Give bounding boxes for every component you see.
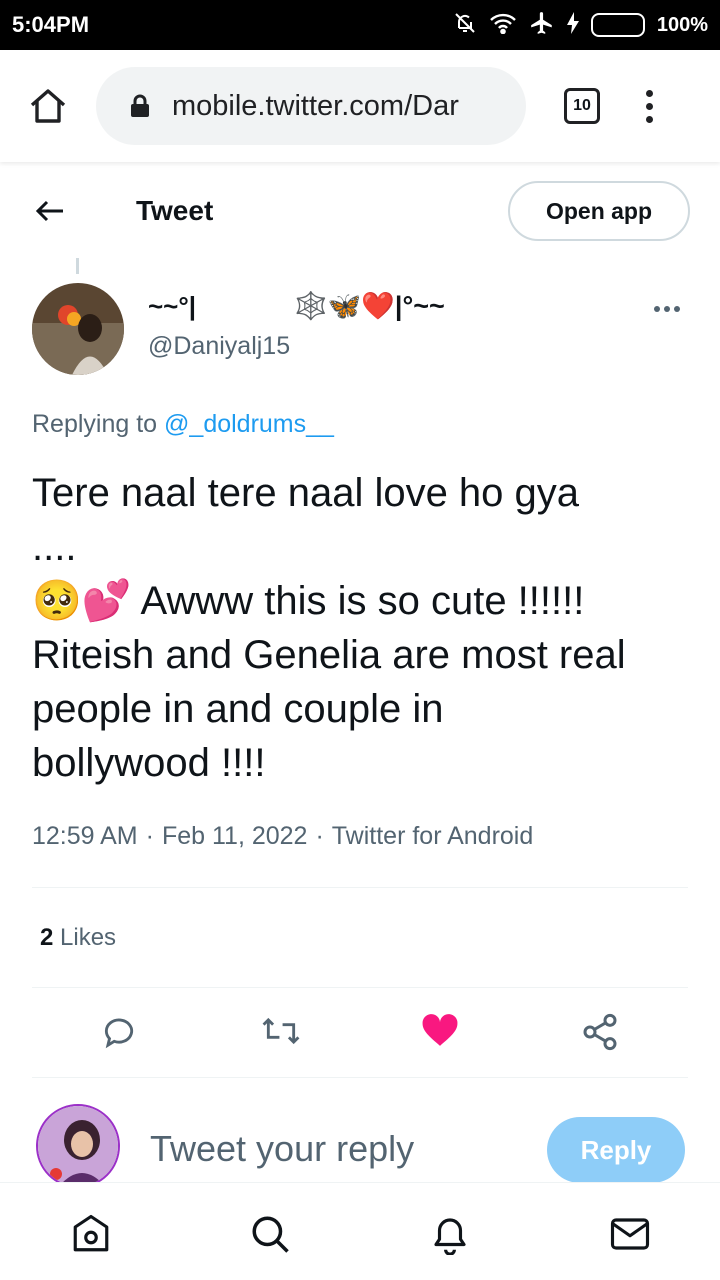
current-user-avatar[interactable] [36, 1104, 120, 1188]
heart-filled-icon [422, 1014, 458, 1046]
nav-messages-button[interactable] [608, 1213, 652, 1255]
notifications-off-icon [453, 11, 477, 40]
share-action-button[interactable] [580, 1012, 620, 1052]
tweet-text-line: Riteish and Genelia are most real [32, 633, 626, 677]
nav-home-button[interactable] [70, 1213, 112, 1255]
status-time: 5:04PM [12, 12, 90, 37]
replying-prefix: Replying to [32, 410, 158, 438]
bell-icon [434, 1218, 466, 1255]
likes-count: 2 [40, 924, 54, 951]
more-options-button[interactable] [654, 306, 680, 312]
battery-icon [590, 13, 645, 37]
tweet-time[interactable]: 12:59 AM [32, 822, 138, 851]
meta-separator: · [315, 822, 324, 850]
replying-to: Replying to @_doldrums__ [32, 410, 334, 439]
tweet-metadata: 12:59 AM · Feb 11, 2022 · Twitter for An… [32, 822, 533, 851]
tab-switcher-button[interactable]: 10 [564, 88, 600, 124]
retweet-action-button[interactable] [260, 1012, 302, 1050]
tweet-text-line: people in and couple in [32, 687, 444, 731]
likes-link[interactable]: 2 Likes [40, 924, 116, 952]
browser-menu-button[interactable] [646, 89, 653, 123]
tweet-text: Tere naal tere naal love ho gya .... 🥺💕 … [32, 466, 692, 790]
like-action-button[interactable] [421, 1012, 459, 1048]
author-avatar[interactable] [32, 283, 124, 375]
status-bar: 5:04PM 100% [0, 0, 720, 50]
likes-label: Likes [60, 924, 117, 951]
back-button[interactable] [0, 199, 100, 223]
tweet-actions [0, 1000, 720, 1066]
tweet-text-line: .... [32, 525, 77, 569]
reply-icon [104, 1018, 134, 1049]
address-bar[interactable]: mobile.twitter.com/Dar [96, 67, 526, 145]
search-icon [252, 1216, 289, 1253]
tweet-header: Tweet Open app [0, 175, 720, 247]
divider [32, 887, 688, 888]
tweet-date[interactable]: Feb 11, 2022 [162, 822, 307, 851]
reply-button[interactable]: Reply [547, 1117, 685, 1183]
replying-mention-link[interactable]: @_doldrums__ [164, 410, 334, 438]
page-title: Tweet [136, 195, 214, 226]
charging-icon [566, 11, 579, 39]
home-button[interactable] [0, 50, 96, 162]
tweet-text-line: bollywood !!!! [32, 741, 266, 785]
divider [32, 1077, 688, 1078]
open-app-button[interactable]: Open app [508, 181, 690, 241]
airplane-icon [529, 10, 555, 41]
home-icon [73, 1214, 109, 1252]
menu-dot-icon [646, 89, 653, 97]
reply-input[interactable]: Tweet your reply [150, 1128, 414, 1170]
browser-toolbar: mobile.twitter.com/Dar 10 [0, 50, 720, 162]
wifi-icon [489, 12, 517, 39]
status-icons: 100% [453, 10, 708, 41]
bottom-navigation [0, 1182, 720, 1280]
display-name: ~~°| [148, 290, 197, 321]
lock-icon [130, 94, 150, 118]
mail-icon [610, 1218, 650, 1250]
display-name-emoji: 🕸️🦋❤️|°~~ [294, 291, 445, 321]
more-dots-icon [654, 306, 660, 312]
tweet-text-line: 🥺💕 Awww this is so cute !!!!!! [32, 579, 585, 623]
home-icon [30, 89, 66, 123]
reply-action-button[interactable] [100, 1012, 138, 1050]
author-handle[interactable]: @Daniyalj15 [148, 332, 290, 361]
nav-search-button[interactable] [249, 1213, 291, 1255]
battery-percent: 100% [656, 13, 708, 36]
url-text: mobile.twitter.com/Dar [172, 89, 459, 122]
share-icon [583, 1013, 617, 1051]
back-arrow-icon [35, 200, 63, 222]
meta-separator: · [145, 822, 154, 850]
tweet-source[interactable]: Twitter for Android [332, 822, 533, 851]
nav-notifications-button[interactable] [429, 1213, 471, 1255]
divider [32, 987, 688, 988]
tweet-text-line: Tere naal tere naal love ho gya [32, 471, 580, 515]
retweet-icon [262, 1017, 300, 1045]
thread-connector [76, 258, 79, 274]
author-name[interactable]: ~~°| 🕸️🦋❤️|°~~ [148, 290, 445, 322]
